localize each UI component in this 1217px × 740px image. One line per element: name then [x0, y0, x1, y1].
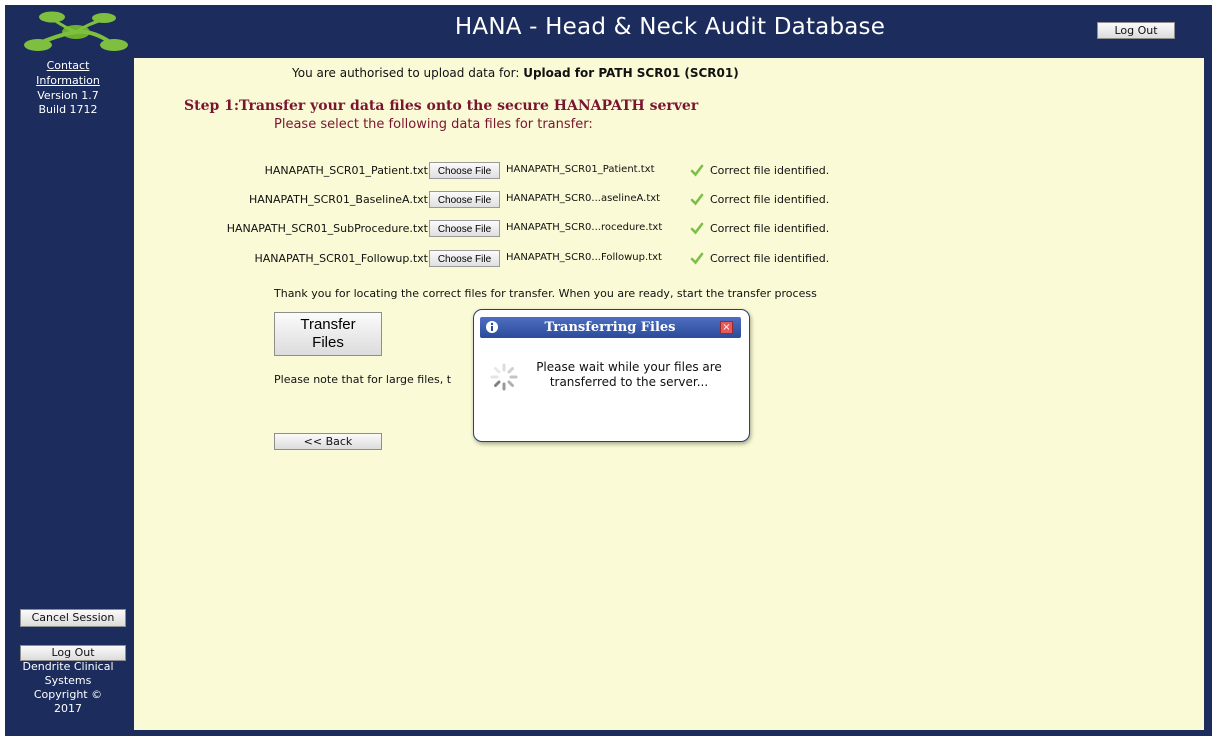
logout-button-sidebar[interactable]: Log Out [20, 645, 126, 661]
check-icon [690, 252, 704, 265]
hana-logo [24, 11, 128, 51]
ready-message: Thank you for locating the correct files… [274, 287, 817, 300]
copyright-line: Dendrite Clinical [22, 660, 114, 673]
check-icon [690, 164, 704, 177]
file-label: HANAPATH_SCR01_BaselineA.txt [248, 193, 428, 206]
choose-file-button[interactable]: Choose File [429, 191, 500, 208]
dialog-title: Transferring Files [544, 320, 676, 335]
chosen-file-name: HANAPATH_SCR0...aselineA.txt [506, 193, 661, 204]
dialog-message-line1: Please wait while your files are [536, 360, 722, 374]
cancel-session-button[interactable]: Cancel Session [20, 609, 126, 627]
chosen-file-name: HANAPATH_SCR0...rocedure.txt [506, 222, 663, 233]
file-row: HANAPATH_SCR01_SubProcedure.txt Choose F… [134, 220, 894, 238]
version-text: Version 1.7 [37, 89, 99, 102]
file-label: HANAPATH_SCR01_Followup.txt [254, 252, 428, 265]
copyright-line: Systems [44, 674, 92, 687]
file-label: HANAPATH_SCR01_SubProcedure.txt [226, 222, 428, 235]
large-files-note: Please note that for large files, t [274, 373, 452, 386]
chosen-file-name: HANAPATH_SCR01_Patient.txt [506, 164, 655, 175]
copyright-line: 2017 [54, 702, 82, 715]
step-subtitle: Please select the following data files f… [274, 117, 593, 132]
transfer-label-line1[interactable]: Transfer [281, 316, 375, 334]
dialog-titlebar[interactable]: Transferring Files × [480, 317, 741, 338]
copyright-info: Dendrite Clinical Systems Copyright © 20… [4, 660, 132, 716]
dialog-message: Please wait while your files are transfe… [524, 360, 734, 390]
file-row: HANAPATH_SCR01_Patient.txt Choose File H… [134, 162, 894, 180]
info-icon [486, 321, 498, 333]
choose-file-button[interactable]: Choose File [429, 220, 500, 237]
file-status: Correct file identified. [710, 193, 830, 206]
close-icon[interactable]: × [720, 321, 733, 334]
chosen-file-name: HANAPATH_SCR0...Followup.txt [506, 252, 662, 263]
file-row: HANAPATH_SCR01_Followup.txt Choose File … [134, 250, 894, 268]
choose-file-button[interactable]: Choose File [429, 162, 500, 179]
transfer-files-button[interactable]: Transfer Files [274, 312, 382, 356]
dialog-message-line2: transferred to the server... [549, 375, 709, 389]
auth-target: Upload for PATH SCR01 (SCR01) [523, 66, 739, 80]
file-status: Correct file identified. [710, 252, 830, 265]
transfer-label-line2[interactable]: Files [281, 334, 375, 352]
copyright-line: Copyright © [33, 688, 103, 701]
authorisation-text: You are authorised to upload data for: U… [292, 66, 739, 80]
check-icon [690, 193, 704, 206]
check-icon [690, 222, 704, 235]
loading-spinner-icon [490, 363, 518, 391]
page-title: HANA - Head & Neck Audit Database [454, 14, 886, 40]
file-row: HANAPATH_SCR01_BaselineA.txt Choose File… [134, 191, 894, 209]
file-label: HANAPATH_SCR01_Patient.txt [264, 164, 428, 177]
contact-link-line1[interactable]: Contact [10, 58, 126, 73]
build-text: Build 1712 [38, 103, 98, 116]
back-button[interactable]: << Back [274, 433, 382, 450]
file-status: Correct file identified. [710, 222, 830, 235]
step-title: Step 1:Transfer your data files onto the… [184, 98, 699, 114]
choose-file-button[interactable]: Choose File [429, 250, 500, 267]
version-info: Version 1.7 Build 1712 [10, 89, 126, 117]
file-status: Correct file identified. [710, 164, 830, 177]
contact-link-line2[interactable]: Information [10, 73, 126, 88]
auth-prefix: You are authorised to upload data for: [292, 66, 520, 80]
contact-information-link[interactable]: Contact Information [10, 58, 126, 88]
logout-button-top[interactable]: Log Out [1097, 22, 1175, 39]
transferring-files-dialog: Transferring Files × Please wait while y… [473, 309, 750, 442]
